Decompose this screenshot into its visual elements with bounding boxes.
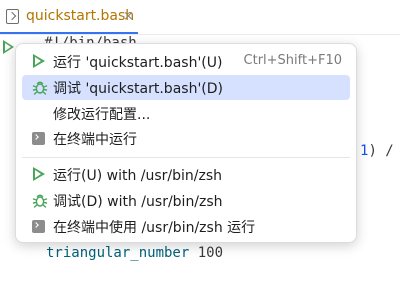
code-argument: 100 [189, 245, 224, 261]
debug-icon [32, 194, 48, 208]
menu-item-modify-run-config[interactable]: 修改运行配置... [22, 101, 350, 126]
code-line-call[interactable]: triangular_number 100 [46, 245, 223, 261]
code-function-name: triangular_number [46, 245, 190, 261]
close-icon[interactable]: × [123, 9, 134, 24]
menu-item-label: 修改运行配置... [53, 107, 151, 123]
terminal-icon [32, 220, 45, 233]
menu-item-run-in-terminal[interactable]: 在终端中运行 [22, 126, 350, 151]
run-icon [33, 167, 45, 181]
gutter-run-icon[interactable] [3, 40, 14, 54]
menu-item-label: 调试 'quickstart.bash'(D) [53, 81, 223, 97]
menu-item-run-file[interactable]: 运行 'quickstart.bash'(U) Ctrl+Shift+F10 [22, 49, 350, 74]
menu-item-label: 在终端中运行 [53, 132, 137, 148]
menu-separator [22, 157, 350, 158]
editor-tab-bar: quickstart.bash × [0, 0, 400, 34]
tab-quickstart-bash[interactable]: quickstart.bash × [0, 0, 140, 34]
code-operator: ) / [368, 143, 394, 159]
menu-item-debug-file[interactable]: 调试 'quickstart.bash'(D) [22, 75, 350, 100]
debug-icon [32, 81, 48, 95]
menu-item-shortcut: Ctrl+Shift+F10 [243, 53, 342, 68]
tab-label: quickstart.bash [26, 8, 135, 24]
menu-item-debug-with-zsh[interactable]: 调试(D) with /usr/bin/zsh [22, 188, 350, 213]
terminal-icon [32, 132, 45, 145]
menu-item-run-in-terminal-zsh[interactable]: 在终端中使用 /usr/bin/zsh 运行 [22, 214, 350, 239]
menu-item-run-with-zsh[interactable]: 运行(U) with /usr/bin/zsh [22, 162, 350, 187]
menu-item-label: 运行 'quickstart.bash'(U) [53, 55, 223, 71]
code-line-fragment[interactable]: 1) / [360, 143, 394, 159]
menu-item-label: 运行(U) with /usr/bin/zsh [53, 168, 223, 184]
menu-item-label: 调试(D) with /usr/bin/zsh [53, 194, 223, 210]
run-context-menu: 运行 'quickstart.bash'(U) Ctrl+Shift+F10 调… [15, 43, 357, 243]
run-icon [33, 54, 45, 68]
menu-item-label: 在终端中使用 /usr/bin/zsh 运行 [53, 220, 256, 236]
terminal-file-icon [6, 9, 19, 24]
